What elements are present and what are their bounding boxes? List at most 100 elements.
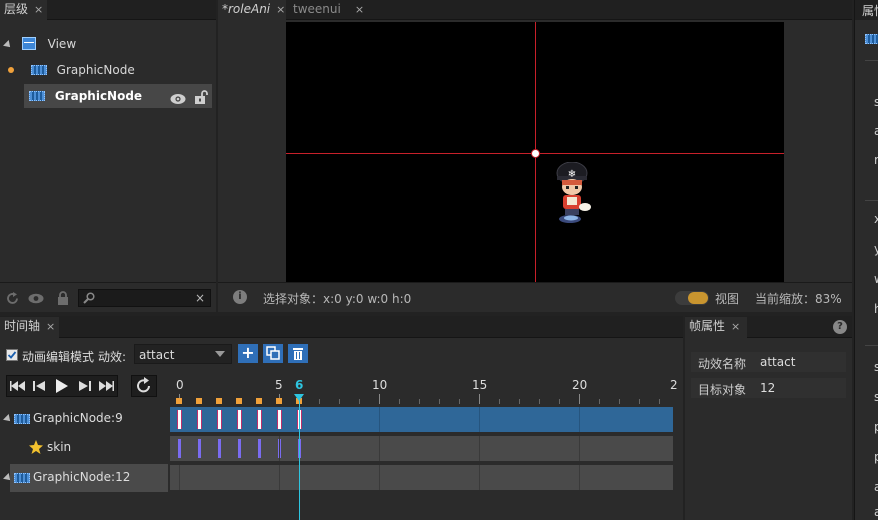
tree-item-graphicnode-1[interactable]: GraphicNode: [4, 58, 210, 82]
ruler-keyframe-marker[interactable]: [236, 398, 242, 404]
view-toggle-label: 视图: [715, 292, 740, 306]
playhead-handle[interactable]: [294, 394, 304, 401]
unlock-icon[interactable]: [193, 88, 209, 104]
playhead[interactable]: [299, 394, 300, 520]
frame-number: 20: [572, 378, 588, 392]
tab-frame-props[interactable]: 帧属性 ×: [685, 317, 747, 338]
keyframe[interactable]: [257, 410, 262, 429]
refresh-icon[interactable]: [6, 292, 19, 308]
ruler-keyframe-marker[interactable]: [276, 398, 282, 404]
prev-frame-icon[interactable]: [31, 379, 47, 396]
eye-icon[interactable]: [170, 89, 186, 104]
frame-prop-label: 目标对象: [698, 383, 747, 397]
ruler-tick: [599, 399, 600, 404]
keyframe[interactable]: [197, 410, 202, 429]
delete-keyframe-button[interactable]: [288, 344, 308, 363]
close-icon[interactable]: ×: [46, 320, 55, 333]
visibility-icon[interactable]: [28, 293, 44, 307]
ruler-tick: [319, 399, 320, 404]
close-icon[interactable]: ×: [355, 3, 364, 16]
play-icon[interactable]: [53, 378, 69, 397]
keyframe[interactable]: [178, 439, 181, 458]
frame-number: 10: [372, 378, 388, 392]
tab-properties[interactable]: 属性: [855, 0, 878, 20]
ruler-tick: [559, 399, 560, 404]
tab-timeline-label: 时间轴: [4, 319, 41, 333]
clear-search-icon[interactable]: ×: [195, 290, 205, 306]
tree-item-graphicnode-2[interactable]: GraphicNode: [24, 84, 212, 108]
zoom-readout: 当前缩放：83%: [755, 292, 842, 306]
pivot-point[interactable]: [531, 149, 540, 158]
svg-text:❄: ❄: [568, 169, 576, 180]
editor-tabbar: *roleAni × tweenui ×: [218, 0, 852, 20]
keyframe[interactable]: [258, 439, 261, 458]
timeline-ruler[interactable]: 0 5 6 10 15 20 2: [170, 372, 678, 404]
help-icon[interactable]: ?: [833, 320, 847, 334]
tab-hierarchy-label: 层级: [4, 2, 29, 16]
hierarchy-search-input[interactable]: ×: [78, 289, 211, 307]
keyframe[interactable]: [277, 410, 282, 429]
first-frame-icon[interactable]: [9, 379, 27, 396]
tab-label: tweenui: [293, 2, 341, 16]
close-icon[interactable]: ×: [34, 3, 43, 16]
add-keyframe-button[interactable]: +: [238, 344, 258, 363]
keyframes: [170, 410, 673, 429]
track-graphicnode-12[interactable]: GraphicNode:12: [3, 464, 168, 492]
tab-roleani[interactable]: *roleAni ×: [218, 0, 286, 20]
effect-select[interactable]: attact: [134, 344, 232, 364]
track-graphicnode-9[interactable]: GraphicNode:9: [0, 406, 168, 432]
ruler-tick: [459, 399, 460, 404]
tab-properties-label: 属性: [862, 4, 878, 18]
last-frame-icon[interactable]: [97, 379, 115, 396]
ruler-tick: [619, 399, 620, 404]
ruler-keyframe-marker[interactable]: [216, 398, 222, 404]
frame-prop-value[interactable]: attact: [760, 355, 795, 369]
tree-item-view[interactable]: View: [3, 32, 210, 56]
lock-icon[interactable]: [57, 291, 69, 308]
prop-label: y: [874, 242, 878, 256]
loop-button[interactable]: [131, 375, 157, 397]
track-skin[interactable]: skin: [0, 435, 168, 461]
keyframe[interactable]: [217, 410, 222, 429]
ruler-keyframe-marker[interactable]: [256, 398, 262, 404]
view-toggle[interactable]: [675, 291, 709, 305]
tab-hierarchy[interactable]: 层级 ×: [0, 0, 48, 20]
track-bar-graphicnode-9[interactable]: [170, 407, 673, 432]
track-label: GraphicNode:12: [33, 470, 131, 484]
frame-prop-label: 动效名称: [698, 357, 747, 371]
track-bar-graphicnode-12[interactable]: [170, 465, 673, 490]
edit-mode-checkbox[interactable]: [6, 349, 18, 361]
expand-icon[interactable]: [3, 414, 13, 424]
keyframe[interactable]: [177, 410, 182, 429]
frame-prop-row: 目标对象 12: [691, 378, 846, 398]
track-bar-skin[interactable]: [170, 436, 673, 461]
keyframe[interactable]: [237, 410, 242, 429]
tab-timeline[interactable]: 时间轴 ×: [0, 317, 60, 338]
ruler-keyframe-marker[interactable]: [176, 398, 182, 404]
close-icon[interactable]: ×: [731, 320, 740, 333]
keyframe[interactable]: [198, 439, 201, 458]
tab-frame-props-label: 帧属性: [689, 319, 726, 333]
edit-mode-label: 动画编辑模式: [22, 350, 95, 364]
effect-label: 动效:: [98, 350, 127, 364]
next-frame-icon[interactable]: [77, 379, 93, 396]
character-sprite[interactable]: ❄: [554, 161, 594, 226]
keyframe[interactable]: [218, 439, 221, 458]
frame-prop-value[interactable]: 12: [760, 381, 775, 395]
ruler-keyframe-marker[interactable]: [196, 398, 202, 404]
expand-icon[interactable]: [3, 473, 13, 483]
tab-tweenui[interactable]: tweenui ×: [289, 0, 368, 20]
view-icon: [21, 37, 36, 50]
expand-icon[interactable]: [3, 40, 13, 50]
close-icon[interactable]: ×: [276, 3, 285, 16]
graphic-node-icon: [30, 65, 47, 75]
stage-canvas[interactable]: ❄: [286, 22, 784, 282]
effect-select-value: attact: [139, 348, 175, 362]
graphic-node-icon: [14, 473, 30, 483]
ruler-tick: [379, 394, 380, 404]
keyframe[interactable]: [238, 439, 241, 458]
prop-label: p: [874, 450, 878, 464]
skin-star-icon: [28, 439, 44, 458]
frame-props-panel: 动效名称 attact 目标对象 12: [685, 338, 852, 520]
copy-keyframe-button[interactable]: [263, 344, 283, 363]
